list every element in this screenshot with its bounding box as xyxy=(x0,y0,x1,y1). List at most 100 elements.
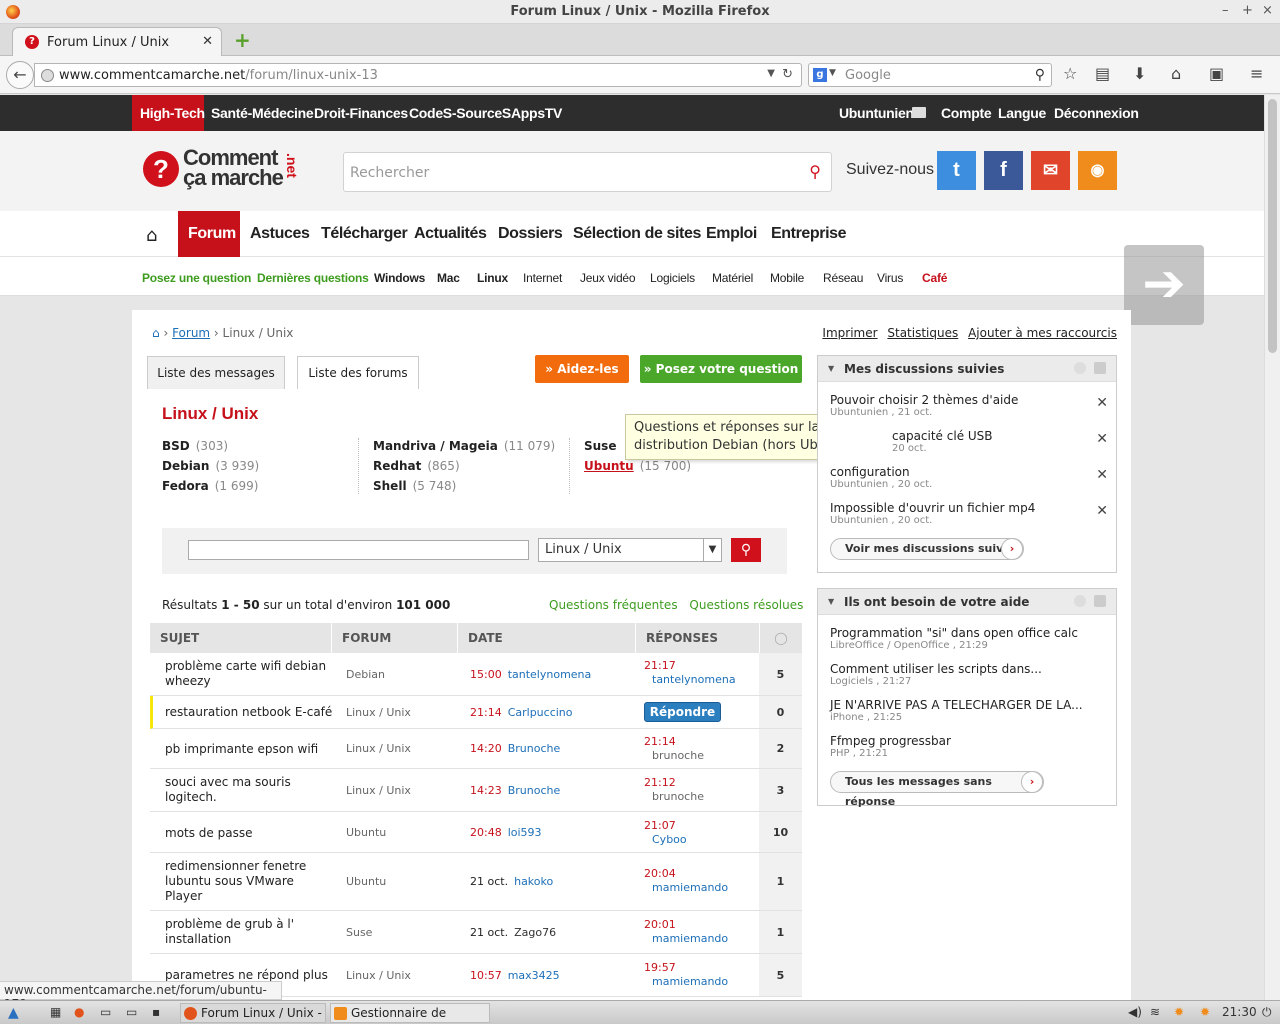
topbar-langue[interactable]: Langue xyxy=(998,105,1046,121)
topbar-compte[interactable]: Compte xyxy=(941,105,992,121)
close-icon[interactable]: ✕ xyxy=(1096,395,1108,411)
back-button[interactable]: ← xyxy=(6,61,34,89)
table-row[interactable]: pb imprimante epson wifi Linux / Unix 14… xyxy=(150,729,802,769)
tab-messages[interactable]: Liste des messages xyxy=(147,356,285,389)
rss-icon[interactable] xyxy=(1094,362,1106,374)
faq-link[interactable]: Questions fréquentes xyxy=(549,598,678,612)
start-menu-icon[interactable]: ▲ xyxy=(8,1005,19,1021)
subnav-cafe[interactable]: Café xyxy=(922,271,947,285)
table-row[interactable]: souci avec ma souris logitech. Linux / U… xyxy=(150,769,802,812)
nav-telecharger[interactable]: Télécharger xyxy=(321,225,408,243)
subnav-mobile[interactable]: Mobile xyxy=(770,271,804,285)
nav-astuces[interactable]: Astuces xyxy=(250,225,310,243)
list-item[interactable]: configuration Ubuntunien , 20 oct. ✕ xyxy=(830,465,1108,490)
table-row[interactable]: mots de passe Ubuntu 20:48 loi593 21:07 Cy… xyxy=(150,812,802,853)
settings-icon[interactable] xyxy=(1074,362,1086,374)
forum-search-button[interactable]: ⚲ xyxy=(731,538,761,562)
row-forum[interactable]: Ubuntu xyxy=(346,826,386,839)
row-forum[interactable]: Suse xyxy=(346,926,372,939)
topbar-codes[interactable]: CodeS-SourceS xyxy=(409,105,511,121)
row-subject[interactable]: pb imprimante epson wifi xyxy=(165,742,355,757)
row-subject[interactable]: problème carte wifi debian wheezy xyxy=(165,659,335,689)
pocket-icon[interactable]: ▣ xyxy=(1209,64,1224,83)
search-icon[interactable]: ⚲ xyxy=(809,162,821,181)
row-forum[interactable]: Debian xyxy=(346,668,385,681)
collapse-icon[interactable]: ▼ xyxy=(828,589,834,615)
print-link[interactable]: Imprimer xyxy=(822,326,877,340)
row-reply-user[interactable]: mamiemando xyxy=(644,932,728,946)
row-subject[interactable]: mots de passe xyxy=(165,826,335,841)
list-item[interactable]: Programmation "si" dans open office calc… xyxy=(830,626,1100,651)
subnav-materiel[interactable]: Matériel xyxy=(712,271,753,285)
subnav-mac[interactable]: Mac xyxy=(437,271,460,285)
site-search-input[interactable]: Rechercher ⚲ xyxy=(343,152,832,192)
row-subject[interactable]: redimensionner fenetre lubuntu sous VMwa… xyxy=(165,859,310,904)
volume-icon[interactable]: ◀) xyxy=(1128,1005,1142,1019)
subnav-windows[interactable]: Windows xyxy=(374,271,425,285)
row-reply-user[interactable]: brunoche xyxy=(644,749,704,763)
bookmark-star-icon[interactable]: ☆ xyxy=(1063,64,1077,83)
category-mandriva[interactable]: Mandriva / Mageia (11 079) xyxy=(373,439,555,453)
row-user[interactable]: max3425 xyxy=(508,969,560,982)
tab-forums[interactable]: Liste des forums xyxy=(297,356,419,389)
topbar-deconnexion[interactable]: Déconnexion xyxy=(1054,105,1139,121)
category-shell[interactable]: Shell (5 748) xyxy=(373,479,456,493)
next-page-arrow-icon[interactable]: ➔ xyxy=(1124,245,1204,325)
row-subject[interactable]: restauration netbook E-café xyxy=(165,705,355,720)
category-fedora[interactable]: Fedora (1 699) xyxy=(162,479,258,493)
stats-link[interactable]: Statistiques xyxy=(887,326,958,340)
search-icon[interactable]: ⚲ xyxy=(1035,67,1045,83)
row-user[interactable]: hakoko xyxy=(514,875,553,888)
subnav-internet[interactable]: Internet xyxy=(523,271,562,285)
row-reply-user[interactable]: brunoche xyxy=(644,790,704,804)
row-forum[interactable]: Linux / Unix xyxy=(346,706,411,719)
engine-dropdown-icon[interactable]: ▼ xyxy=(829,68,836,78)
web-search-box[interactable]: g ▼ Google ⚲ xyxy=(808,63,1052,87)
close-icon[interactable]: ✕ xyxy=(1096,467,1108,483)
home-icon[interactable]: ⌂ xyxy=(152,326,160,340)
col-replies[interactable]: RÉPONSES xyxy=(635,623,759,653)
category-suse[interactable]: Suse xyxy=(584,439,622,453)
nav-entreprise[interactable]: Entreprise xyxy=(771,225,847,243)
table-row[interactable]: redimensionner fenetre lubuntu sous VMwa… xyxy=(150,853,802,911)
update-tray-icon[interactable]: ✹ xyxy=(1174,1005,1184,1019)
home-icon[interactable]: ⌂ xyxy=(1171,64,1181,83)
close-window-button[interactable]: × xyxy=(1262,3,1273,18)
collapse-icon[interactable]: ▼ xyxy=(828,356,834,382)
new-tab-button[interactable]: + xyxy=(234,30,251,50)
row-user[interactable]: Brunoche xyxy=(508,742,561,755)
table-row[interactable]: restauration netbook E-café Linux / Unix… xyxy=(150,696,802,729)
terminal-icon[interactable]: ▭ xyxy=(100,1005,111,1019)
firefox-launcher-icon[interactable]: ● xyxy=(74,1005,84,1019)
nav-forum[interactable]: Forum xyxy=(188,225,236,243)
row-user[interactable]: Carlpuccino xyxy=(508,706,573,719)
nav-actualites[interactable]: Actualités xyxy=(414,225,487,243)
list-item[interactable]: capacité clé USB 20 oct. ✕ xyxy=(830,429,1108,454)
row-user[interactable]: Zago76 xyxy=(514,926,556,939)
maximize-button[interactable]: + xyxy=(1242,3,1253,18)
nav-selection[interactable]: Sélection de sites xyxy=(573,225,701,243)
power-icon[interactable]: ⏻ xyxy=(1262,1005,1272,1020)
close-icon[interactable]: ✕ xyxy=(1096,431,1108,447)
reading-list-icon[interactable]: ▤ xyxy=(1095,64,1110,83)
unanswered-button[interactable]: Tous les messages sans réponse › xyxy=(830,771,1044,808)
taskbar-update-manager[interactable]: Gestionnaire de mise... xyxy=(330,1003,490,1023)
row-forum[interactable]: Linux / Unix xyxy=(346,742,411,755)
history-dropdown-icon[interactable]: ▼ xyxy=(767,68,775,79)
email-icon[interactable]: ✉ xyxy=(1031,151,1070,190)
row-forum[interactable]: Linux / Unix xyxy=(346,784,411,797)
rss-icon[interactable]: ◉ xyxy=(1078,151,1117,190)
col-subject[interactable]: SUJET xyxy=(150,623,331,653)
wifi-icon[interactable]: ≋ xyxy=(1150,1005,1160,1019)
workspace-icon[interactable]: ▪ xyxy=(152,1005,160,1019)
row-subject[interactable]: problème de grub à l' installation xyxy=(165,917,300,947)
category-ubuntu[interactable]: Ubuntu (15 700) xyxy=(584,459,691,473)
nav-emploi[interactable]: Emploi xyxy=(706,225,757,243)
table-row[interactable]: problème de grub à l' installation Suse … xyxy=(150,911,802,954)
row-forum[interactable]: Linux / Unix xyxy=(346,969,411,982)
home-icon[interactable]: ⌂ xyxy=(146,225,157,246)
subnav-virus[interactable]: Virus xyxy=(877,271,903,285)
reload-icon[interactable]: ↻ xyxy=(782,67,793,82)
topbar-high-tech[interactable]: High-Tech xyxy=(140,105,205,121)
help-them-button[interactable]: » Aidez-les xyxy=(535,355,629,383)
